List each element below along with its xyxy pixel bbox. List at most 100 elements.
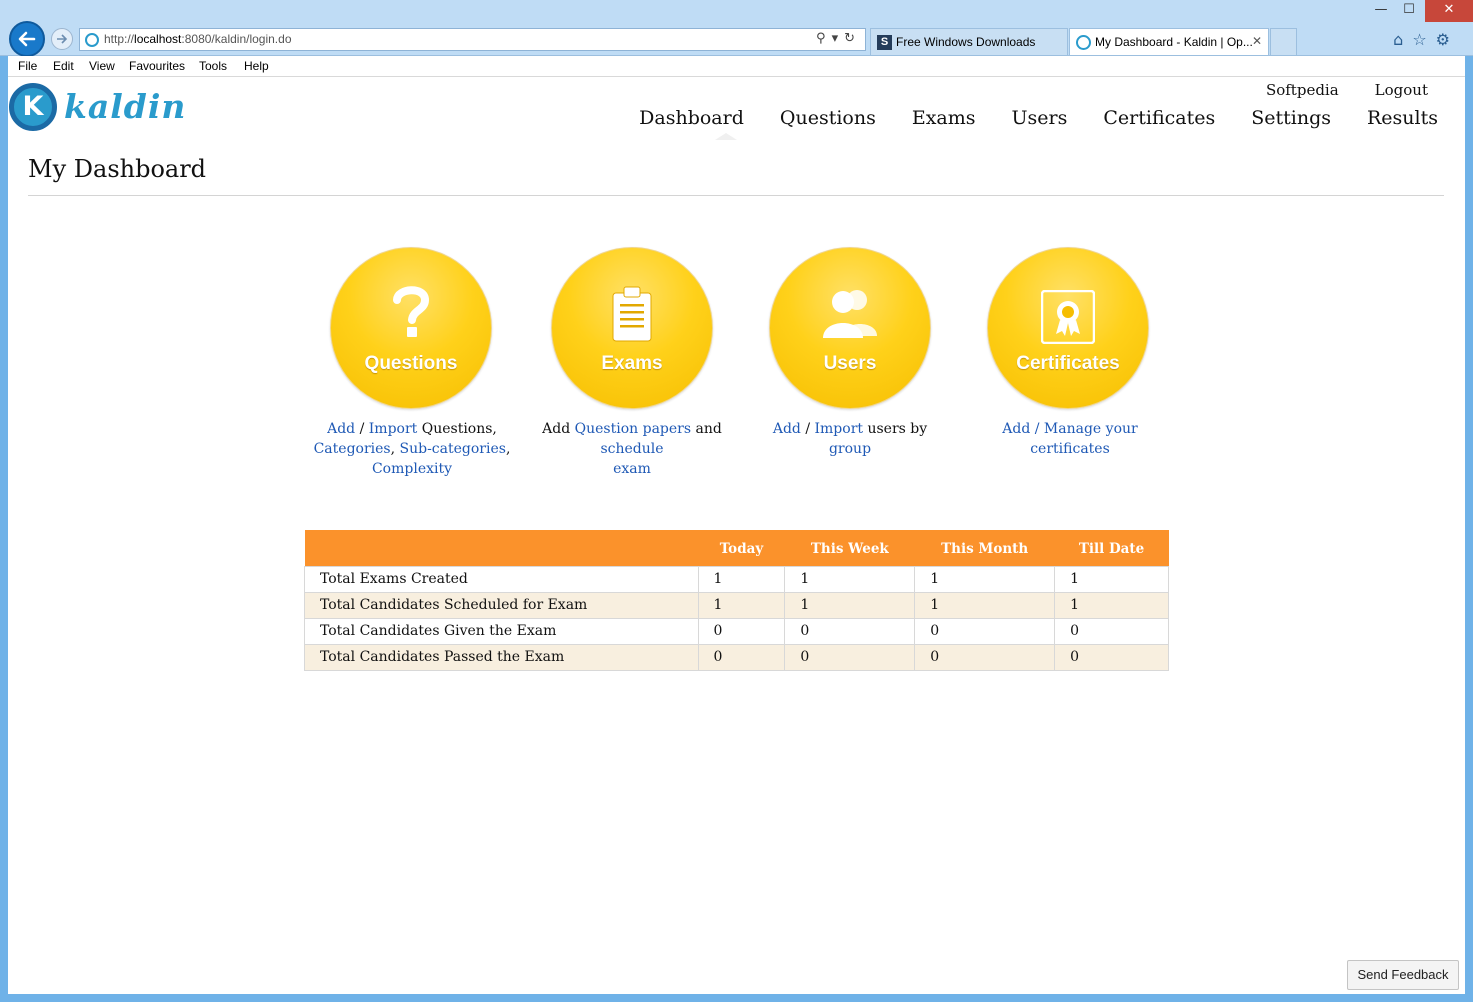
import-users-link[interactable]: Import	[815, 421, 864, 437]
exams-tile[interactable]: Exams	[551, 247, 713, 409]
refresh-icon[interactable]: ↻	[844, 31, 861, 46]
send-feedback-button[interactable]: Send Feedback	[1347, 960, 1459, 990]
stats-header-this-month: This Month	[914, 530, 1055, 566]
cell-today: 1	[697, 591, 786, 619]
cell-this-week: 0	[784, 643, 916, 671]
menu-edit[interactable]: Edit	[53, 59, 74, 73]
maximize-button[interactable]: ☐	[1395, 0, 1423, 22]
stats-header-till-date: Till Date	[1054, 530, 1169, 566]
cell-this-month: 0	[914, 643, 1056, 671]
nav-exams[interactable]: Exams	[912, 107, 976, 129]
exams-description: Add Question papers and schedule exam	[514, 419, 750, 479]
cell-today: 0	[697, 643, 786, 671]
page-title: My Dashboard	[28, 155, 207, 183]
forward-arrow-icon	[57, 34, 68, 44]
settings-gear-icon[interactable]: ⚙	[1436, 30, 1459, 49]
menu-favourites[interactable]: Favourites	[129, 59, 185, 73]
search-icon[interactable]: ⚲	[816, 31, 832, 46]
dropdown-icon[interactable]: ▾	[832, 31, 845, 46]
forward-button[interactable]	[51, 28, 73, 50]
stats-header-row: Today This Week This Month Till Date	[304, 530, 1169, 566]
complexity-link[interactable]: Complexity	[372, 461, 452, 477]
back-arrow-icon	[18, 31, 36, 47]
nav-dashboard[interactable]: Dashboard	[639, 107, 744, 129]
logout-link[interactable]: Logout	[1375, 81, 1428, 99]
menu-tools[interactable]: Tools	[199, 59, 227, 73]
certificates-tile[interactable]: Certificates	[987, 247, 1149, 409]
schedule-exam-link[interactable]: schedule	[600, 441, 663, 457]
kaldin-favicon-icon	[85, 33, 99, 47]
tab-my-dashboard[interactable]: My Dashboard - Kaldin | Op... ✕	[1069, 28, 1269, 55]
row-label: Total Candidates Given the Exam	[304, 617, 699, 645]
add-users-link[interactable]: Add	[773, 421, 801, 437]
row-label: Total Candidates Scheduled for Exam	[304, 591, 699, 619]
question-mark-icon	[393, 286, 430, 337]
nav-certificates[interactable]: Certificates	[1103, 107, 1215, 129]
cell-today: 0	[697, 617, 786, 645]
new-tab-button[interactable]	[1270, 28, 1297, 55]
nav-questions[interactable]: Questions	[780, 107, 876, 129]
question-papers-link[interactable]: Question papers	[575, 421, 691, 437]
minimize-button[interactable]: —	[1367, 0, 1395, 22]
stats-header-this-week: This Week	[784, 530, 915, 566]
softpedia-link[interactable]: Softpedia	[1266, 81, 1339, 99]
nav-users[interactable]: Users	[1012, 107, 1068, 129]
manage-certificates-link[interactable]: Add / Manage your certificates	[1002, 421, 1137, 457]
tile-label: Questions	[364, 353, 458, 374]
main-nav: Dashboard Questions Exams Users Certificates…	[603, 107, 1438, 129]
categories-link[interactable]: Categories	[314, 441, 391, 457]
sub-categories-link[interactable]: Sub-categories	[400, 441, 506, 457]
cell-till-date: 1	[1054, 591, 1169, 619]
title-divider	[28, 195, 1444, 196]
back-button[interactable]	[9, 21, 45, 57]
cell-this-month: 1	[914, 591, 1056, 619]
close-window-button[interactable]: ✕	[1425, 0, 1473, 22]
menu-help[interactable]: Help	[244, 59, 269, 73]
address-url[interactable]: http://localhost:8080/kaldin/login.do	[104, 32, 292, 46]
cell-till-date: 0	[1054, 617, 1169, 645]
nav-results[interactable]: Results	[1367, 107, 1438, 129]
questions-tile[interactable]: Questions	[330, 247, 492, 409]
cell-till-date: 0	[1054, 643, 1169, 671]
import-questions-link[interactable]: Import	[369, 421, 418, 437]
add-questions-link[interactable]: Add	[327, 421, 355, 437]
nav-settings[interactable]: Settings	[1251, 107, 1331, 129]
stats-header-today: Today	[698, 530, 785, 566]
cell-this-month: 0	[914, 617, 1056, 645]
tile-label: Exams	[601, 353, 663, 374]
table-row: Total Candidates Scheduled for Exam 1 1 …	[304, 591, 1169, 619]
table-row: Total Candidates Passed the Exam 0 0 0 0	[304, 643, 1169, 671]
logo-text: kaldin	[64, 87, 187, 126]
add-text: Add	[542, 421, 575, 437]
kaldin-logo[interactable]: K kaldin	[9, 81, 189, 133]
menu-file[interactable]: File	[18, 59, 37, 73]
users-icon	[823, 290, 877, 338]
cell-till-date: 1	[1054, 565, 1169, 593]
questions-description: Add / Import Questions, Categories, Sub-…	[312, 419, 512, 479]
favorites-star-icon[interactable]: ☆	[1412, 30, 1435, 49]
group-link[interactable]: group	[829, 441, 871, 457]
separator: /	[800, 421, 815, 437]
stats-table: Today This Week This Month Till Date Tot…	[304, 530, 1169, 671]
row-label: Total Exams Created	[304, 565, 699, 593]
certificate-icon	[1041, 290, 1095, 344]
tab-free-windows-downloads[interactable]: S Free Windows Downloads	[870, 28, 1068, 55]
close-tab-icon[interactable]: ✕	[1252, 34, 1262, 48]
address-tools: ⚲▾↻	[816, 31, 861, 46]
home-icon[interactable]: ⌂	[1393, 30, 1412, 49]
address-bar[interactable]: http://localhost:8080/kaldin/login.do ⚲▾…	[79, 28, 866, 51]
cell-this-week: 1	[784, 591, 916, 619]
dashboard-tiles: Questions Add / Import Questions, Catego…	[8, 247, 1465, 487]
top-links: Softpedia Logout	[1230, 81, 1428, 99]
tile-label: Users	[823, 353, 877, 374]
users-tile[interactable]: Users	[769, 247, 931, 409]
cell-this-month: 1	[914, 565, 1056, 593]
table-row: Total Candidates Given the Exam 0 0 0 0	[304, 617, 1169, 645]
cell-this-week: 0	[784, 617, 916, 645]
stats-header-blank	[304, 530, 698, 566]
browser-toolbar-icons: ⌂☆⚙	[1393, 30, 1459, 49]
menu-view[interactable]: View	[89, 59, 115, 73]
softpedia-favicon-icon: S	[877, 35, 892, 50]
and-text: and	[691, 421, 722, 437]
schedule-exam-link-exam[interactable]: exam	[613, 461, 651, 477]
